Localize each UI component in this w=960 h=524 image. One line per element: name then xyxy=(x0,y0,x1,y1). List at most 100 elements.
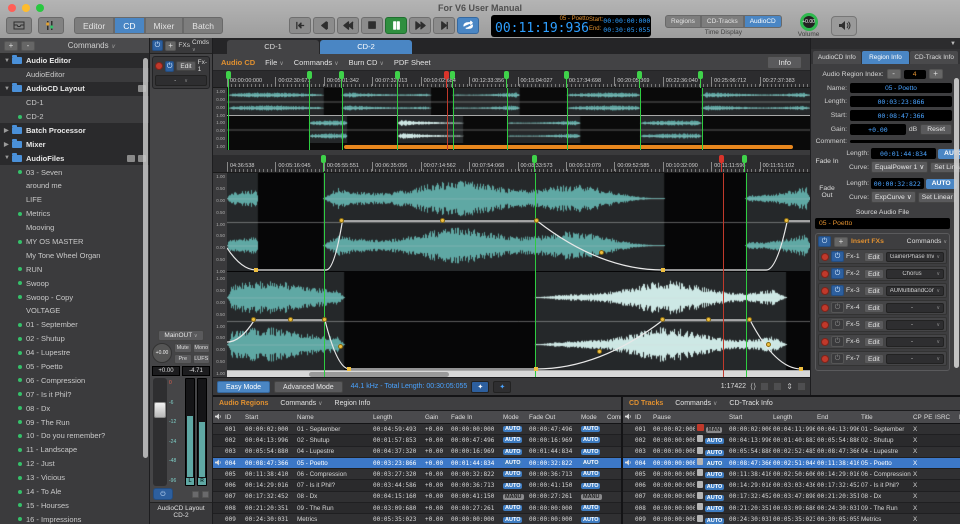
sidebar-item-14-to-ale[interactable]: 14 - To Ale xyxy=(0,485,149,499)
strip-link-icon[interactable] xyxy=(192,491,199,498)
disclosure-triangle[interactable]: ▶ xyxy=(4,141,12,148)
cd-track-info-link[interactable]: CD-Track Info xyxy=(729,400,772,407)
sidebar-item-swoop[interactable]: Swoop xyxy=(0,276,149,290)
sidebar-item-05-poetto[interactable]: 05 - Poetto xyxy=(0,360,149,374)
green-marker-pin[interactable] xyxy=(637,71,642,79)
inspector-scrollbar[interactable] xyxy=(954,78,959,368)
source-audio-file-value[interactable]: 05 - Poetto xyxy=(815,218,950,229)
fader-thumb[interactable] xyxy=(154,402,166,418)
cd-track-row-006[interactable]: 00600:00:00:000 AUTO00:14:29:01600:03:03… xyxy=(623,480,960,491)
fx-plugin-select[interactable]: Chorus∨ xyxy=(886,269,944,279)
envelope-node[interactable] xyxy=(339,218,344,223)
green-marker-pin[interactable] xyxy=(564,71,569,79)
fx1-record-button[interactable] xyxy=(155,62,163,70)
region-row-006[interactable]: 00600:14:29:01607 - Is it Phil?00:03:44:… xyxy=(213,480,621,491)
sidebar-scrollbar[interactable] xyxy=(143,58,148,458)
fx1-power-button[interactable]: ⏻ xyxy=(165,61,174,72)
app-tab-batch[interactable]: Batch xyxy=(183,17,223,34)
fx-edit-button[interactable]: Edit xyxy=(864,337,884,347)
sidebar-add-button[interactable]: + xyxy=(4,41,18,51)
channel-strip-button[interactable] xyxy=(38,17,64,34)
cd-track-row-008[interactable]: 00800:00:00:000 AUTO00:21:20:35100:03:09… xyxy=(623,503,960,514)
sidebar-item-around-me[interactable]: around me xyxy=(0,179,149,193)
strip-copy-icon[interactable] xyxy=(202,491,209,498)
fx-power-button[interactable]: ⏻ xyxy=(831,319,844,330)
disclosure-triangle[interactable]: ▼ xyxy=(4,58,12,64)
layout-tab-cd-2[interactable]: CD-2 xyxy=(320,40,412,54)
disclosure-triangle[interactable]: ▼ xyxy=(4,155,12,161)
overview-waveform[interactable]: 1.000.000.001.001.000.000.001.00 xyxy=(213,88,810,150)
fx-edit-button[interactable]: Edit xyxy=(864,286,884,296)
burn-cd-menu[interactable]: Burn CD ∨ xyxy=(349,58,384,67)
sidebar-item-life[interactable]: LIFE xyxy=(0,193,149,207)
fx-record-button[interactable] xyxy=(821,321,829,329)
volume-knob[interactable]: +0.00 xyxy=(800,13,818,31)
sidebar-folder-audio-editor[interactable]: ▼Audio Editor xyxy=(0,54,149,68)
fx-plugin-select[interactable]: -∨ xyxy=(886,320,944,330)
fx-plugin-select[interactable]: AUMultibandCompressor∨ xyxy=(886,286,944,296)
pause-button[interactable] xyxy=(385,17,407,34)
region-row-001[interactable]: 00100:00:02:00001 - September00:04:59:49… xyxy=(213,424,621,435)
region-row-005[interactable]: 00500:11:38:41006 - Compression00:03:27:… xyxy=(213,469,621,480)
fade-in-curve-select[interactable]: EqualPower 1 ∨ xyxy=(871,161,928,173)
inspector-tab-audiocd-info[interactable]: AudioCD Info xyxy=(813,51,861,64)
main-waveform[interactable]: 1.000.500.000.501.000.500.000.501.001.00… xyxy=(213,173,810,377)
fx-power-button[interactable]: ⏻ xyxy=(831,251,844,262)
region-index-minus-button[interactable]: - xyxy=(887,69,901,79)
strip-lufs-button[interactable]: LUFS xyxy=(193,354,211,364)
display-tab-audiocd[interactable]: AudioCD xyxy=(744,15,782,28)
fx-plugin-select[interactable]: GainerPhase Inverter∨ xyxy=(886,252,944,262)
envelope-corner[interactable] xyxy=(254,268,258,272)
sidebar-folder-batch-processor[interactable]: ▶Batch Processor xyxy=(0,123,149,137)
envelope-node[interactable] xyxy=(706,317,711,322)
app-tab-editor[interactable]: Editor xyxy=(74,17,114,34)
display-tab-regions[interactable]: Regions xyxy=(665,15,701,28)
inspector-tab-cd-track-info[interactable]: CD-Track Info xyxy=(910,51,958,64)
fade-out-set-linear-button[interactable]: Set Linear xyxy=(918,192,957,203)
envelope-node[interactable] xyxy=(597,349,602,354)
sidebar-folder-mixer[interactable]: ▶Mixer xyxy=(0,137,149,151)
envelope-corner[interactable] xyxy=(534,367,538,371)
sidebar-item-01-september[interactable]: 01 - September xyxy=(0,318,149,332)
fade-out-curve-select[interactable]: ExpCurve ∨ xyxy=(871,191,916,203)
region-row-002[interactable]: 00200:04:13:99602 - Shutup00:01:57:853+0… xyxy=(213,435,621,446)
advanced-mode-button[interactable]: Advanced Mode xyxy=(274,381,343,393)
snap-button[interactable] xyxy=(797,382,806,391)
fx1-edit-button[interactable]: Edit xyxy=(176,61,195,71)
green-marker-pin[interactable] xyxy=(395,71,400,79)
envelope-node[interactable] xyxy=(440,218,445,223)
fade-out-auto-button[interactable]: AUTO xyxy=(926,179,957,189)
sidebar-item-03-seven[interactable]: 03 - Seven xyxy=(0,165,149,179)
fx-edit-button[interactable]: Edit xyxy=(864,320,884,330)
region-length-field[interactable]: 00:03:23:866 xyxy=(850,96,952,107)
sidebar-item-11-landscape[interactable]: 11 - Landscape xyxy=(0,443,149,457)
envelope-corner[interactable] xyxy=(347,367,351,371)
fx1-select[interactable]: -∨ xyxy=(155,75,207,86)
panel-collapse-button[interactable]: ▼ xyxy=(950,41,956,47)
sidebar-item-audioeditor[interactable]: AudioEditor xyxy=(0,68,149,82)
fx-power-button[interactable]: ⏻ xyxy=(831,285,844,296)
fx-power-button[interactable]: ⏻ xyxy=(831,268,844,279)
strip-cmds-menu[interactable]: Cmds ∨ xyxy=(192,39,210,53)
fx-edit-button[interactable]: Edit xyxy=(864,252,884,262)
envelope-node[interactable] xyxy=(288,317,293,322)
strip-add-fx-button[interactable]: + xyxy=(165,41,177,51)
envelope-node[interactable] xyxy=(784,218,789,223)
commands-menu[interactable]: Commands ∨ xyxy=(294,58,339,67)
sidebar-item-04-lupestre[interactable]: 04 - Lupestre xyxy=(0,346,149,360)
strip-mute-button[interactable]: Mute xyxy=(174,343,192,353)
envelope-node[interactable] xyxy=(251,317,256,322)
fx-power-button[interactable]: ⏻ xyxy=(831,302,844,313)
sidebar-item-cd-1[interactable]: CD-1 xyxy=(0,96,149,110)
sidebar-folder-audiofiles[interactable]: ▼AudioFiles xyxy=(0,151,149,165)
zoom-fit-icon[interactable]: ⟨⟩ xyxy=(750,382,756,391)
cd-track-row-004[interactable]: 00400:00:00:000 AUTO00:08:47:36600:02:51… xyxy=(623,458,960,469)
overview-ruler[interactable]: 00:00:00:00000:02:30:67100:05:01:34200:0… xyxy=(213,71,810,88)
sidebar-item-15-hourses[interactable]: 15 - Hourses xyxy=(0,499,149,513)
app-tab-mixer[interactable]: Mixer xyxy=(145,17,184,34)
strip-power-button[interactable]: ⏻ xyxy=(152,40,163,51)
sidebar-item-cd-2[interactable]: CD-2 xyxy=(0,110,149,124)
sidebar-item-run[interactable]: RUN xyxy=(0,262,149,276)
inspector-tab-region-info[interactable]: Region Info xyxy=(862,51,910,64)
red-marker-pin[interactable] xyxy=(444,71,449,79)
